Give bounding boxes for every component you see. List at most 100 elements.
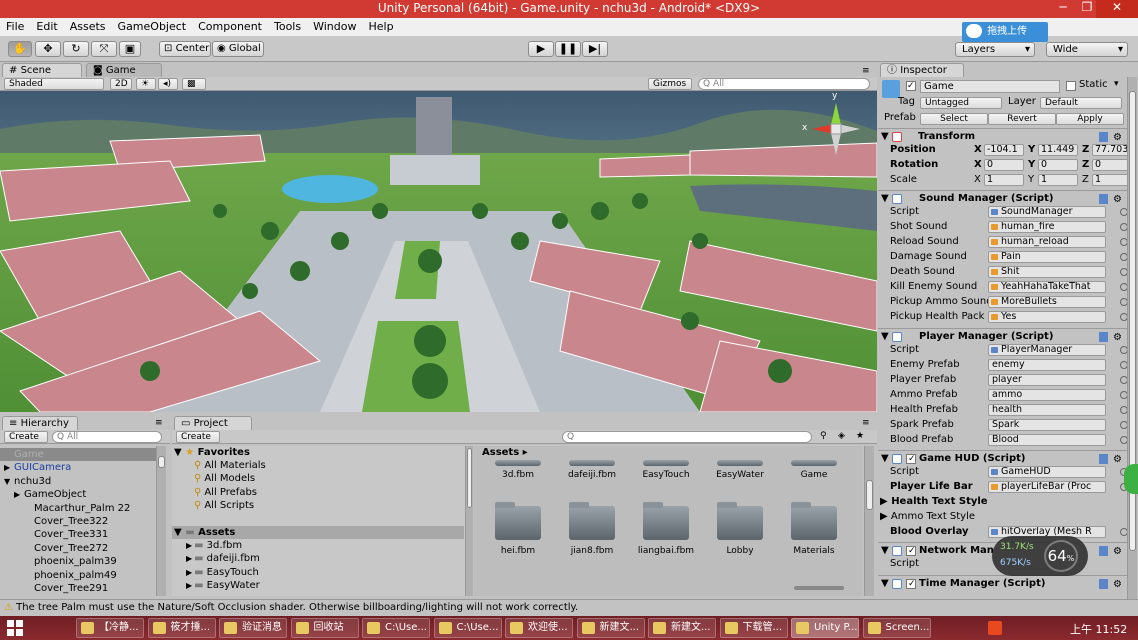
tab-scene[interactable]: # Scene	[2, 63, 82, 77]
scene-view[interactable]: y x	[0, 91, 877, 412]
hierarchy-item[interactable]: Macarthur_Palm 22	[0, 502, 155, 515]
player-manager-header[interactable]: ▼ Player Manager (Script) ⚙	[878, 328, 1130, 344]
asset-folder-item[interactable]: ▶ ▬ EasyTouch	[186, 566, 259, 579]
move-tool-button[interactable]: ✥	[35, 41, 61, 57]
taskbar-app-button[interactable]: 新建文...	[648, 618, 716, 638]
lighting-toggle[interactable]: ☀	[136, 78, 156, 90]
layers-dropdown[interactable]: Layers	[955, 42, 1035, 57]
asset-folder-tile[interactable]: Lobby	[710, 502, 770, 556]
prefab-apply-button[interactable]: Apply	[1056, 113, 1124, 125]
menu-edit[interactable]: Edit	[30, 18, 63, 33]
scale-z-field[interactable]: 1	[1092, 174, 1132, 186]
close-button[interactable]: ✕	[1096, 0, 1138, 18]
taskbar-app-button[interactable]: 欢迎使...	[505, 618, 573, 638]
help-book-icon[interactable]	[1099, 546, 1108, 556]
rotation-y-field[interactable]: 0	[1038, 159, 1078, 171]
object-field[interactable]: Pain	[988, 251, 1106, 263]
space-toggle[interactable]: ◉ Global	[212, 41, 264, 57]
tab-inspector[interactable]: ⓘ Inspector	[880, 63, 964, 77]
menu-gameobject[interactable]: GameObject	[112, 18, 193, 33]
rect-tool-button[interactable]: ▣	[119, 41, 141, 57]
shading-dropdown[interactable]: Shaded	[4, 78, 104, 90]
panel-menu-icon[interactable]: ≡	[862, 66, 870, 76]
asset-folder-tile[interactable]: dafeiji.fbm	[562, 460, 622, 480]
object-field[interactable]: Blood	[988, 434, 1106, 446]
object-field[interactable]: SoundManager	[988, 206, 1106, 218]
object-field[interactable]: MoreBullets	[988, 296, 1106, 308]
taskbar-app-button[interactable]: C:\Use...	[362, 618, 430, 638]
asset-folder-item[interactable]: ▶ ▬ EasyWater	[186, 579, 260, 592]
filter-type-icon[interactable]: ⚲	[820, 431, 827, 441]
hierarchy-item[interactable]: ▼ nchu3d	[0, 475, 155, 488]
network-enabled-checkbox[interactable]	[906, 543, 916, 559]
network-monitor-widget[interactable]: 31.7K/s 675K/s 64%	[992, 536, 1088, 576]
position-y-field[interactable]: 11.449	[1038, 144, 1078, 156]
static-dropdown-arrow[interactable]: ▾	[1114, 79, 1119, 89]
hierarchy-item[interactable]: Game	[0, 448, 156, 461]
mode-2d-toggle[interactable]: 2D	[110, 78, 132, 90]
menu-help[interactable]: Help	[362, 18, 399, 33]
object-field[interactable]: enemy	[988, 359, 1106, 371]
start-button[interactable]	[6, 619, 24, 637]
expand-arrow-icon[interactable]: ▶	[4, 461, 14, 474]
tab-project[interactable]: ▭ Project	[174, 416, 252, 430]
folder-tree-scroll-thumb[interactable]	[467, 448, 472, 508]
pause-button[interactable]: ❚❚	[555, 41, 581, 57]
hud-script-field[interactable]: GameHUD	[988, 466, 1106, 478]
game-hud-enabled-checkbox[interactable]	[906, 451, 916, 467]
sound-manager-header[interactable]: ▼ Sound Manager (Script) ⚙	[878, 190, 1130, 206]
scale-y-field[interactable]: 1	[1038, 174, 1078, 186]
step-button[interactable]: ▶|	[582, 41, 608, 57]
hierarchy-item[interactable]: ▶ GameObject	[0, 488, 155, 501]
object-field[interactable]: player	[988, 374, 1106, 386]
hierarchy-menu-icon[interactable]: ≡	[155, 418, 163, 428]
taskbar-app-button[interactable]: 新建文...	[576, 618, 645, 638]
rotation-x-field[interactable]: 0	[984, 159, 1024, 171]
asset-grid-scrollbar[interactable]	[864, 446, 874, 596]
asset-breadcrumb[interactable]: Assets ▸	[482, 446, 528, 459]
taskbar-app-button[interactable]: 验证消息	[219, 618, 287, 638]
asset-folder-tile[interactable]: Materials	[784, 502, 844, 556]
hierarchy-item[interactable]: Cover_Tree272	[0, 542, 155, 555]
help-book-icon[interactable]	[1099, 194, 1108, 204]
icon-size-slider[interactable]	[794, 586, 844, 590]
rotate-tool-button[interactable]: ↻	[63, 41, 89, 57]
asset-folder-item[interactable]: ▶ ▬ dafeiji.fbm	[186, 552, 260, 565]
taskbar-app-button[interactable]: Unity P...	[791, 618, 859, 638]
favorite-item[interactable]: ⚲ All Models	[194, 472, 255, 485]
folder-tree-scrollbar[interactable]	[465, 446, 473, 596]
asset-folder-tile[interactable]: hei.fbm	[488, 502, 548, 556]
tab-game[interactable]: ◙ Game	[86, 63, 162, 77]
tab-hierarchy[interactable]: ≡ Hierarchy	[2, 416, 78, 430]
pivot-toggle[interactable]: ⊡ Center	[159, 41, 211, 57]
hierarchy-item[interactable]: phoenix_palm39	[0, 555, 155, 568]
asset-folder-item[interactable]: ▶ ▬ 3d.fbm	[186, 539, 242, 552]
expand-arrow-icon[interactable]: ▶	[186, 581, 192, 590]
hierarchy-scrollbar[interactable]	[156, 446, 166, 596]
taskbar-app-button[interactable]: 【冷静...	[76, 618, 144, 638]
menu-assets[interactable]: Assets	[64, 18, 112, 33]
health-style-row[interactable]: ▶ Health Text Style	[880, 495, 1120, 509]
hierarchy-item[interactable]: Cover_Tree331	[0, 528, 155, 541]
effects-dropdown[interactable]: ▩	[182, 78, 206, 90]
hierarchy-item[interactable]: phoenix_palm49	[0, 569, 155, 582]
prefab-select-button[interactable]: Select	[920, 113, 988, 125]
favorite-item[interactable]: ⚲ All Materials	[194, 459, 266, 472]
ammo-style-row[interactable]: ▶ Ammo Text Style	[880, 510, 1120, 524]
object-field[interactable]: human_reload	[988, 236, 1106, 248]
layer-dropdown[interactable]: Default	[1040, 97, 1122, 109]
asset-grid-scroll-thumb[interactable]	[866, 480, 873, 510]
object-field[interactable]: YeahHahaTakeThat	[988, 281, 1106, 293]
taskbar-app-button[interactable]: Screen...	[862, 618, 931, 638]
status-bar[interactable]: ⚠ The tree Palm must use the Nature/Soft…	[0, 599, 1138, 616]
game-hud-header[interactable]: ▼Game HUD (Script)⚙	[878, 450, 1130, 467]
expand-arrow-icon[interactable]: ▶	[186, 541, 192, 550]
scale-tool-button[interactable]: ⤧	[91, 41, 117, 57]
favorites-header[interactable]: ▼ ★ Favorites	[174, 446, 250, 459]
help-book-icon[interactable]	[1099, 132, 1108, 142]
time-manager-header[interactable]: ▼ Time Manager (Script) ⚙	[878, 575, 1130, 592]
object-field[interactable]: PlayerManager	[988, 344, 1106, 356]
assets-header[interactable]: ▼ ▬ Assets	[172, 526, 464, 539]
expand-arrow-icon[interactable]: ▶	[186, 568, 192, 577]
rotation-z-field[interactable]: 0	[1092, 159, 1132, 171]
